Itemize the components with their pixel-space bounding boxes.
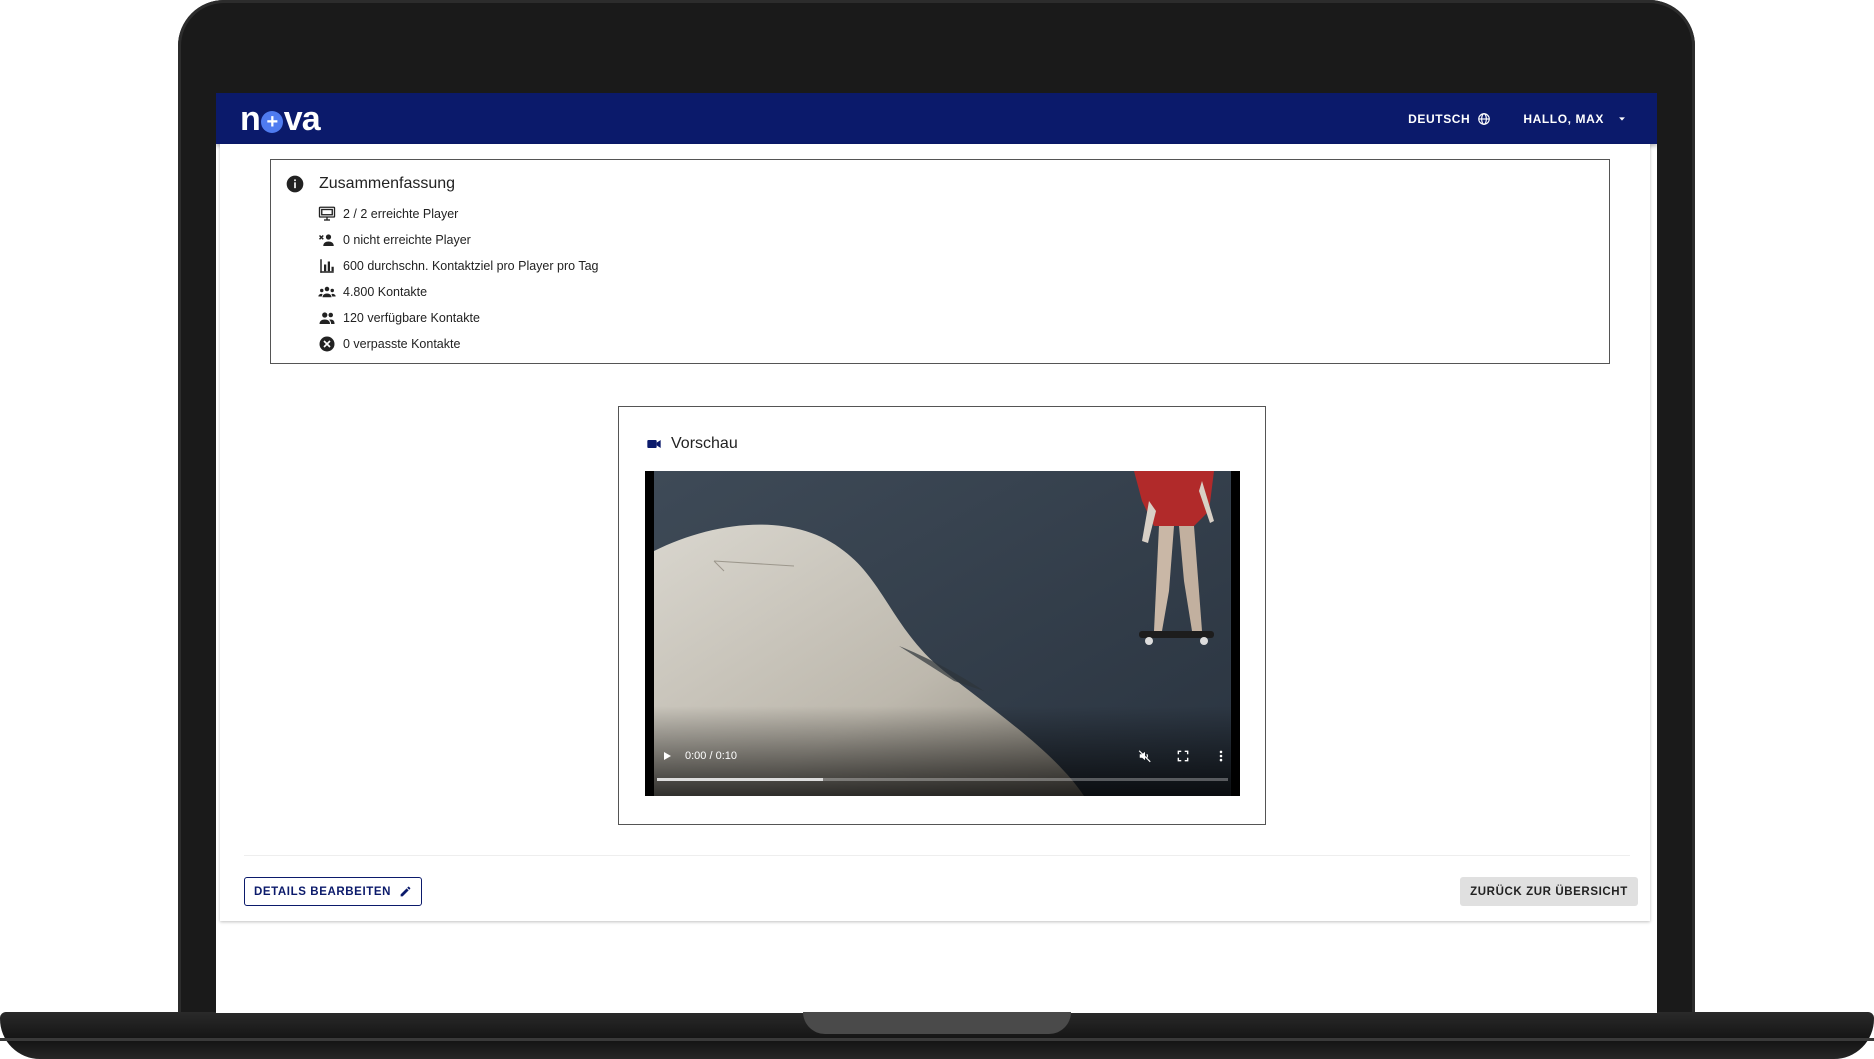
summary-item-text: 0 nicht erreichte Player	[343, 233, 471, 247]
edit-details-label: DETAILS BEARBEITEN	[253, 885, 392, 898]
list-item: 2 / 2 erreichte Player	[318, 201, 598, 227]
group-off-icon	[318, 234, 334, 246]
globe-icon	[1478, 112, 1491, 125]
summary-list: 2 / 2 erreichte Player 0 nicht erreichte…	[318, 201, 598, 357]
preview-panel: Vorschau 0:00 / 0:10	[618, 406, 1266, 825]
app-bar: n + va DEUTSCH HALLO, MAX	[216, 93, 1657, 144]
videocam-icon	[647, 440, 661, 448]
preview-header: Vorschau	[646, 435, 738, 453]
people-icon	[319, 312, 335, 324]
summary-item-text: 120 verfügbare Kontakte	[343, 311, 480, 325]
fullscreen-icon[interactable]	[1176, 749, 1190, 763]
pencil-icon	[400, 886, 411, 897]
logo-text-right: va	[283, 99, 321, 138]
summary-item-text: 0 verpasste Kontakte	[343, 337, 461, 351]
laptop-notch	[803, 1012, 1071, 1034]
bar-chart-icon	[320, 259, 334, 273]
edit-details-button[interactable]: DETAILS BEARBEITEN	[244, 877, 422, 906]
video-player[interactable]: 0:00 / 0:10	[645, 471, 1240, 796]
nova-logo[interactable]: n + va	[240, 99, 321, 138]
list-item: 120 verfügbare Kontakte	[318, 305, 598, 331]
logo-text-left: n	[240, 99, 261, 138]
video-progress-bar[interactable]	[657, 778, 1228, 781]
video-controls: 0:00 / 0:10	[645, 745, 1240, 767]
mute-icon[interactable]	[1138, 749, 1152, 763]
actions-divider	[244, 855, 1630, 856]
app-bar-actions: DEUTSCH HALLO, MAX	[1398, 106, 1637, 132]
list-item: 600 durchschn. Kontaktziel pro Player pr…	[318, 253, 598, 279]
summary-item-text: 600 durchschn. Kontaktziel pro Player pr…	[343, 259, 599, 273]
back-to-overview-button[interactable]: ZURÜCK ZUR ÜBERSICHT	[1460, 877, 1638, 906]
user-greeting: HALLO, MAX	[1523, 111, 1604, 126]
app-screen: n + va DEUTSCH HALLO, MAX Zusammenfassun…	[216, 93, 1657, 1013]
video-progress-fill	[657, 778, 823, 781]
logo-plus-icon: +	[260, 110, 283, 133]
more-options-icon[interactable]	[1214, 749, 1228, 763]
summary-header: Zusammenfassung	[285, 174, 455, 194]
summary-item-text: 2 / 2 erreichte Player	[343, 207, 459, 221]
video-time: 0:00 / 0:10	[685, 750, 737, 762]
info-icon	[286, 175, 304, 193]
user-menu-button[interactable]: HALLO, MAX	[1513, 106, 1637, 132]
summary-panel: Zusammenfassung 2 / 2 erreichte Player 0…	[270, 159, 1610, 364]
cancel-circle-icon	[319, 336, 335, 352]
list-item: 0 nicht erreichte Player	[318, 227, 598, 253]
summary-item-text: 4.800 Kontakte	[343, 285, 428, 299]
summary-title: Zusammenfassung	[319, 175, 456, 192]
monitor-icon	[318, 206, 336, 221]
campaign-card: Zusammenfassung 2 / 2 erreichte Player 0…	[220, 144, 1650, 921]
list-item: 0 verpasste Kontakte	[318, 331, 598, 357]
language-label: DEUTSCH	[1408, 111, 1471, 126]
preview-title: Vorschau	[671, 435, 738, 452]
language-button[interactable]: DEUTSCH	[1398, 106, 1501, 132]
groups-icon	[318, 286, 336, 298]
list-item: 4.800 Kontakte	[318, 279, 598, 305]
caret-down-icon	[1619, 116, 1625, 121]
play-icon[interactable]	[661, 750, 673, 762]
